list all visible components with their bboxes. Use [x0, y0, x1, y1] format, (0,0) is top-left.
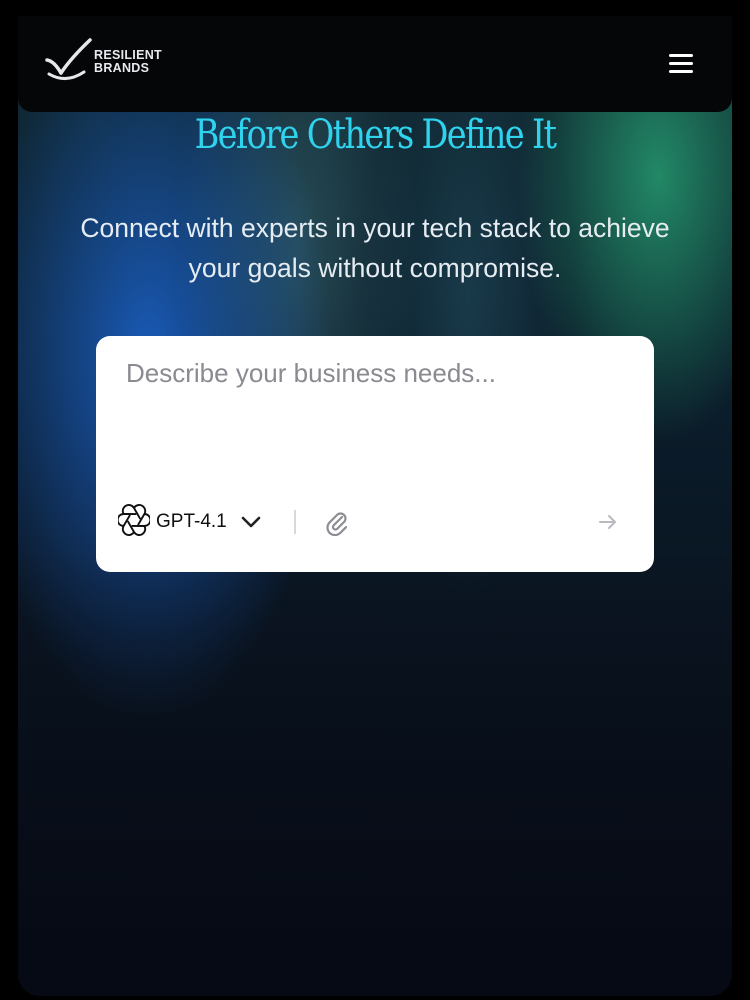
brand-name-line2: BRANDS: [94, 61, 150, 75]
top-navigation-bar: RESILIENT BRANDS: [18, 16, 732, 112]
chevron-down-icon: [227, 516, 261, 528]
page: RESILIENT BRANDS Before Others Define It…: [0, 0, 750, 1000]
brand-logo[interactable]: RESILIENT BRANDS: [44, 38, 162, 86]
brand-wordmark: RESILIENT BRANDS: [94, 49, 162, 75]
business-needs-input[interactable]: [126, 358, 626, 458]
prompt-composer: GPT-4.1: [96, 336, 654, 572]
paperclip-icon[interactable]: [322, 508, 350, 537]
hero-subtitle: Connect with experts in your tech stack …: [80, 213, 670, 283]
toolbar-divider: [294, 510, 296, 534]
openai-logo-icon: [116, 504, 152, 540]
model-selector[interactable]: GPT-4.1: [116, 504, 261, 540]
hamburger-menu-icon[interactable]: [668, 52, 694, 74]
checkmark-swoosh-icon: [44, 38, 92, 86]
hero-headline: Before Others Define It: [194, 112, 557, 158]
model-name-label: GPT-4.1: [156, 511, 227, 532]
arrow-right-icon[interactable]: [596, 510, 620, 534]
